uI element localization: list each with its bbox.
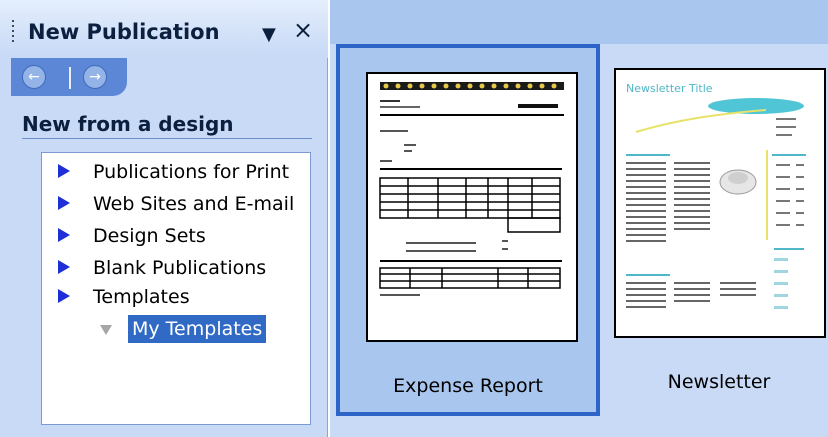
task-pane-header: New Publication ▼ × [0, 0, 328, 58]
template-label: Expense Report [393, 375, 543, 397]
task-pane: New Publication ▼ × ← → New from a desig… [0, 0, 328, 437]
design-tree: Publications for Print Web Sites and E-m… [41, 152, 311, 425]
tree-item-label: Design Sets [93, 225, 206, 247]
expense-report-preview-image [379, 82, 564, 296]
template-label: Newsletter [667, 371, 771, 393]
close-icon[interactable]: × [293, 18, 313, 42]
forward-arrow-icon[interactable]: → [83, 65, 107, 89]
expand-arrow-icon[interactable] [58, 196, 70, 210]
expand-arrow-icon[interactable] [58, 228, 70, 242]
expand-arrow-icon[interactable] [58, 164, 70, 178]
tree-item-label: Templates [93, 286, 190, 308]
template-tile-newsletter[interactable]: Newsletter Title Newsletter [610, 44, 828, 416]
newsletter-thumbnail-heading: Newsletter Title [626, 82, 713, 95]
section-title: New from a design [22, 112, 234, 136]
pane-menu-dropdown-icon[interactable]: ▼ [262, 24, 276, 45]
pane-navigation-bar: ← → [11, 58, 127, 96]
back-arrow-icon[interactable]: ← [22, 65, 46, 89]
tree-item-label: Blank Publications [93, 257, 267, 279]
section-divider [22, 138, 312, 139]
task-pane-title: New Publication [28, 20, 220, 44]
newsletter-thumbnail: Newsletter Title [614, 68, 826, 338]
expense-report-thumbnail [366, 72, 578, 342]
tree-item-label-selected: My Templates [128, 315, 267, 343]
nav-separator [69, 67, 71, 89]
drag-grip-icon[interactable] [12, 20, 15, 50]
collapse-arrow-icon[interactable] [100, 325, 112, 335]
template-tile-expense-report[interactable]: Expense Report [336, 44, 600, 416]
template-gallery: Expense Report Newsletter Title Newslett… [330, 0, 828, 437]
expand-arrow-icon[interactable] [58, 260, 70, 274]
gallery-header-band [330, 0, 828, 44]
tree-item-label: Web Sites and E-mail [93, 193, 295, 215]
tree-item-label: Publications for Print [93, 161, 290, 183]
newsletter-preview-image: Newsletter Title [626, 82, 806, 309]
expand-arrow-icon[interactable] [58, 289, 70, 303]
